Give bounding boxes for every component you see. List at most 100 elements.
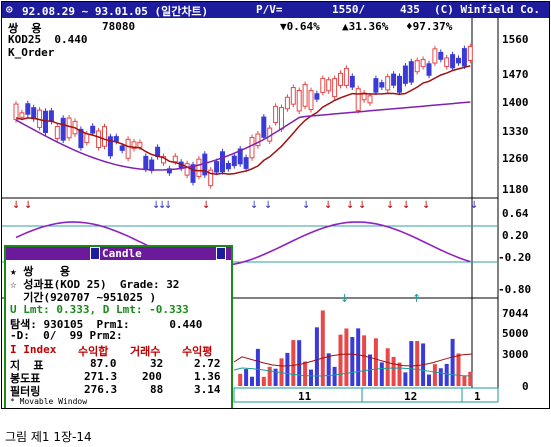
table-row-avg: 3.14 — [194, 383, 221, 396]
candle-body — [137, 141, 143, 148]
ma-short-line — [15, 65, 471, 176]
candle-body — [343, 67, 349, 86]
candle-body — [467, 46, 473, 61]
volume-bar — [438, 368, 443, 386]
table-row-count: 88 — [150, 383, 164, 396]
table-row-avg: 2.72 — [194, 357, 221, 370]
candle-body — [450, 54, 456, 69]
volume-bar — [427, 374, 431, 386]
vol-tick-0: 0 — [522, 380, 529, 393]
volume-bar — [250, 376, 254, 386]
volume-bar — [415, 341, 420, 386]
candle-body — [261, 116, 267, 138]
popup-footer: * Movable Window — [10, 397, 88, 406]
candle-body — [13, 103, 19, 121]
candle-body — [332, 78, 338, 98]
signal-arrow: ↓ — [386, 200, 394, 211]
candle-body — [225, 162, 231, 170]
candle-body — [220, 151, 225, 173]
volume-bar — [397, 362, 402, 386]
volume-bar — [326, 353, 331, 386]
table-row-sum: 87.0 — [90, 357, 117, 370]
candle-body — [143, 155, 149, 170]
candle-body — [308, 90, 314, 111]
circle-icon[interactable]: ⊙ — [6, 3, 13, 16]
volume-bar — [450, 338, 455, 386]
signal-arrow: ↓ — [164, 200, 172, 211]
volume-bar — [444, 363, 449, 386]
volume-bar — [320, 310, 325, 386]
candle-body — [397, 75, 402, 93]
candle-body — [31, 107, 37, 120]
candle-body — [107, 136, 113, 157]
candle-body — [438, 51, 444, 60]
table-row-sum: 271.3 — [84, 370, 118, 383]
ma-long-line — [15, 101, 471, 171]
candle-body — [456, 57, 461, 64]
movable-window-titlebar[interactable]: Candle — [6, 247, 231, 260]
candle-body — [84, 133, 90, 144]
candle-body — [326, 79, 332, 92]
month-label-1: 1 — [474, 390, 481, 403]
volume-bar — [267, 366, 272, 386]
candle-body — [54, 125, 60, 139]
volume-bar — [309, 369, 313, 386]
volume-bar — [338, 334, 343, 386]
figure-caption: 그림 제1 1장-14 — [5, 430, 92, 444]
signal-arrow: ↓ — [12, 200, 20, 211]
window-maximize-icon[interactable] — [216, 247, 226, 260]
volume-bar — [391, 356, 396, 386]
pct-up: ▲31.36% — [342, 20, 389, 33]
candle-body — [125, 138, 131, 159]
signal-arrow: ↓ — [324, 200, 332, 211]
price-tick-1180: 1180 — [502, 183, 529, 196]
candle-body — [273, 105, 279, 124]
pv-volume: 435 — [400, 3, 420, 16]
volume-bar — [468, 371, 473, 386]
candle-body — [48, 110, 54, 122]
pct-total: ♦97.37% — [406, 20, 453, 33]
candle-body — [113, 136, 119, 142]
volume-bar — [456, 353, 461, 386]
candle-body — [290, 87, 296, 105]
window-close-icon[interactable] — [90, 247, 100, 260]
table-row-sum: 276.3 — [84, 383, 118, 396]
volume-bar — [462, 375, 467, 386]
candle-body — [432, 48, 438, 64]
volume-bar — [356, 328, 361, 386]
candle-body — [296, 90, 302, 112]
month-bar — [233, 387, 499, 403]
copyright-label: (C) Winfield Co. — [434, 3, 540, 16]
volume-bar — [403, 372, 408, 386]
pv-label: P/V= — [256, 3, 283, 16]
signal-arrow: ↓ — [346, 200, 354, 211]
indicator-label: KOD25 0.440 — [8, 33, 88, 46]
volume-bar — [261, 376, 266, 386]
table-row-count: 32 — [150, 357, 164, 370]
candle-body — [214, 161, 220, 173]
vol-tick-3000: 3000 — [502, 348, 529, 361]
price-tick-1470: 1470 — [502, 68, 529, 81]
month-label-11: 11 — [298, 390, 312, 403]
candle-body — [385, 76, 391, 91]
candle-body — [461, 48, 467, 67]
candle-body — [25, 103, 31, 115]
popup-lmt-row: U Lmt: 0.333, D Lmt: -0.333 — [10, 303, 189, 316]
candle-body — [349, 75, 355, 88]
signal-arrow: ↓ — [470, 200, 478, 211]
title-bar: ⊙ 92.08.29 ~ 93.01.05 (일간차트) P/V= 1550/ … — [2, 2, 549, 18]
signal-arrow: ↓ — [340, 292, 349, 305]
candle-body — [231, 155, 237, 167]
candle-body — [355, 88, 361, 112]
period-label: 92.08.29 ~ 93.01.05 (일간차트) — [22, 5, 209, 18]
price-tick-1400: 1400 — [502, 96, 529, 109]
candle-body — [284, 96, 290, 110]
candle-body — [19, 112, 25, 118]
candle-body — [402, 65, 408, 84]
candle-body — [249, 136, 255, 159]
signal-arrow: ↓ — [250, 200, 258, 211]
signal-arrow: ↓ — [264, 200, 272, 211]
movable-window[interactable]: Candle ★ 쌍 용 ☆ 성과표(KOD 25) Grade: 32 기간(… — [4, 245, 233, 408]
volume-bar — [297, 340, 302, 386]
candle-body — [414, 60, 420, 73]
